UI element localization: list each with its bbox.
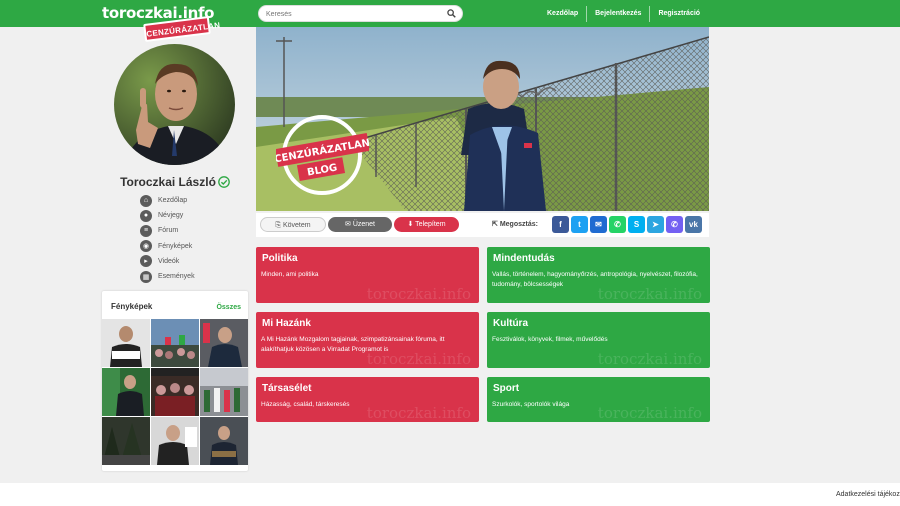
photo-thumb[interactable]: [151, 319, 199, 367]
privacy-policy-link[interactable]: Adatkezelési tájékoz: [836, 491, 900, 498]
nav-login-link[interactable]: Bejelentkezés: [586, 5, 649, 22]
watermark: toroczkai.info: [597, 285, 702, 303]
follow-icon: ⎘: [275, 222, 282, 229]
facebook-icon[interactable]: f: [552, 216, 569, 233]
share-label: ⇱ Megosztás:: [492, 220, 538, 228]
home-icon: ⌂: [140, 194, 152, 207]
top-nav: Kezdőlap Bejelentkezés Regisztráció: [539, 0, 708, 27]
category-tarsaselet[interactable]: Társasélet Házasság, család, társkeresés…: [256, 377, 479, 422]
search-icon[interactable]: [447, 9, 456, 18]
profile-name-text: Toroczkai László: [120, 175, 216, 189]
watermark: toroczkai.info: [597, 404, 702, 422]
share-icon: ⇱: [492, 221, 498, 228]
profile-nav-label: Fényképek: [158, 242, 193, 250]
photo-thumb[interactable]: [200, 417, 248, 465]
profile-avatar[interactable]: [114, 44, 235, 165]
category-title: Társasélet: [262, 383, 312, 394]
vk-icon[interactable]: vk: [685, 216, 702, 233]
category-title: Mi Hazánk: [262, 318, 311, 329]
user-icon: ●: [140, 209, 152, 222]
profile-nav-about[interactable]: ● Névjegy: [140, 208, 195, 223]
category-mindentudas[interactable]: Mindentudás Vallás, történelem, hagyomán…: [487, 247, 710, 303]
calendar-icon: ▦: [140, 270, 152, 283]
search-box[interactable]: [258, 5, 463, 22]
email-icon[interactable]: ✉: [590, 216, 607, 233]
top-bar: toroczkai.info Kezdőlap Bejelentkezés Re…: [0, 0, 900, 27]
profile-nav-label: Események: [158, 273, 195, 281]
download-icon: ⬇: [407, 221, 414, 228]
category-title: Politika: [262, 253, 298, 264]
profile-nav-videos[interactable]: ▸ Videók: [140, 254, 195, 269]
install-label: Telepítem: [415, 221, 446, 228]
profile-nav: ⌂ Kezdőlap ● Névjegy ≡ Fórum ◉ Fényképek…: [140, 193, 195, 284]
photo-thumb[interactable]: [151, 417, 199, 465]
profile-nav-events[interactable]: ▦ Események: [140, 269, 195, 284]
follow-button[interactable]: ⎘ Követem: [260, 217, 326, 232]
nav-register-link[interactable]: Regisztráció: [649, 5, 708, 22]
share-label-text: Megosztás:: [499, 221, 538, 228]
photo-thumb[interactable]: [200, 319, 248, 367]
avatar-photo: [114, 44, 235, 165]
photos-all-link[interactable]: Összes: [216, 304, 241, 311]
envelope-icon: ✉: [344, 221, 351, 228]
photo-thumb[interactable]: [151, 368, 199, 416]
nav-home-link[interactable]: Kezdőlap: [539, 6, 586, 22]
camera-icon: ◉: [140, 240, 152, 253]
footer: Adatkezelési tájékoz: [0, 483, 900, 506]
whatsapp-icon[interactable]: ✆: [609, 216, 626, 233]
telegram-icon[interactable]: ➤: [647, 216, 664, 233]
category-mi-hazank[interactable]: Mi Hazánk A Mi Hazánk Mozgalom tagjainak…: [256, 312, 479, 368]
profile-nav-label: Videók: [158, 257, 180, 265]
photo-thumb[interactable]: [200, 368, 248, 416]
photo-thumb[interactable]: [102, 368, 150, 416]
photo-thumb[interactable]: [102, 319, 150, 367]
install-button[interactable]: ⬇ Telepítem: [394, 217, 459, 232]
category-title: Kultúra: [493, 318, 528, 329]
profile-nav-home[interactable]: ⌂ Kezdőlap: [140, 193, 195, 208]
category-desc: Fesztiválok, könyvek, filmek, művelődés: [492, 336, 608, 343]
category-desc: Minden, ami politika: [261, 271, 319, 278]
category-sport[interactable]: Sport Szurkolók, sportolók világa torocz…: [487, 377, 710, 422]
profile-name: Toroczkai László: [102, 175, 248, 189]
photo-thumb[interactable]: [102, 417, 150, 465]
category-title: Mindentudás: [493, 253, 555, 264]
category-kultura[interactable]: Kultúra Fesztiválok, könyvek, filmek, mű…: [487, 312, 710, 368]
watermark: toroczkai.info: [366, 350, 471, 368]
photos-card: Fényképek Összes: [102, 291, 248, 471]
viber-icon[interactable]: ✆: [666, 216, 683, 233]
profile-nav-photos[interactable]: ◉ Fényképek: [140, 239, 195, 254]
search-input[interactable]: [266, 8, 446, 20]
photos-title: Fényképek: [111, 302, 153, 311]
skype-icon[interactable]: S: [628, 216, 645, 233]
follow-label: Követem: [282, 222, 311, 229]
video-icon: ▸: [140, 255, 152, 268]
profile-nav-label: Kezdőlap: [158, 197, 188, 205]
profile-nav-label: Fórum: [158, 227, 179, 235]
verified-icon: [218, 176, 230, 188]
photos-grid: [102, 319, 248, 465]
twitter-icon[interactable]: t: [571, 216, 588, 233]
category-politika[interactable]: Politika Minden, ami politika toroczkai.…: [256, 247, 479, 303]
action-bar: ⎘ Követem ✉ Üzenet ⬇ Telepítem ⇱ Megoszt…: [256, 213, 709, 237]
profile-nav-label: Névjegy: [158, 212, 184, 220]
category-title: Sport: [493, 383, 520, 394]
share-icons: f t ✉ ✆ S ➤ ✆ vk: [552, 216, 702, 233]
hero-banner: CENZÚRÁZATLAN BLOG: [256, 27, 709, 211]
profile-nav-forum[interactable]: ≡ Fórum: [140, 223, 195, 238]
message-label: Üzenet: [352, 221, 375, 228]
watermark: toroczkai.info: [597, 350, 702, 368]
watermark: toroczkai.info: [366, 404, 471, 422]
message-button[interactable]: ✉ Üzenet: [328, 217, 392, 232]
cenzurazatlan-blog-stamp: CENZÚRÁZATLAN BLOG: [276, 115, 369, 195]
forum-icon: ≡: [140, 224, 152, 237]
watermark: toroczkai.info: [366, 285, 471, 303]
